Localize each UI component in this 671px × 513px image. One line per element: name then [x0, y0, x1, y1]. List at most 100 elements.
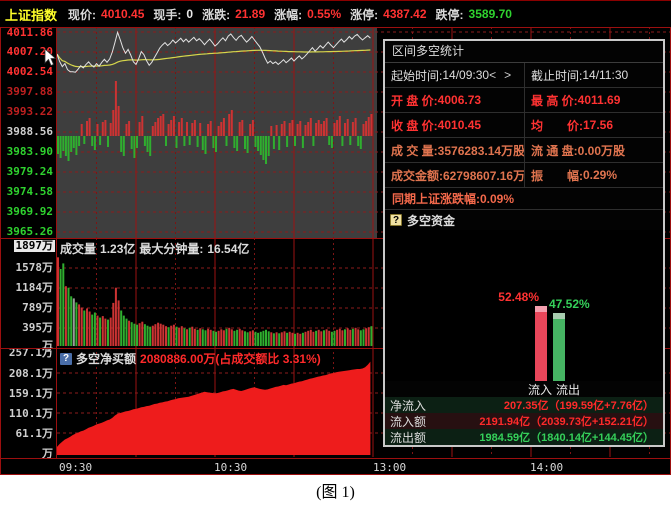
same-period-value: 0.09%: [480, 192, 514, 206]
outflow-value: 1984.59亿（1840.14亿+144.45亿）: [438, 429, 658, 445]
field-value-change: 21.89: [235, 7, 265, 21]
turnover-value: 62798607.16万元: [443, 167, 524, 184]
panel-title: 区间多空统计: [385, 41, 663, 63]
price-axis-label: 4011.86: [7, 27, 53, 39]
time-axis-label: 13:00: [373, 461, 406, 474]
axis-divider: [56, 27, 57, 458]
field-label-change: 涨跌:: [202, 6, 230, 23]
field-value-limit-down: 3589.70: [469, 7, 512, 21]
price-axis-label: 3997.88: [7, 86, 53, 98]
price-axis-label: 3993.22: [7, 106, 53, 118]
avg-value: 17.56: [583, 118, 613, 132]
inflow-label: 流入额: [390, 413, 438, 430]
start-time-value: 14/09:30: [442, 68, 489, 82]
outflow-pct-label: 47.52%: [549, 297, 609, 311]
high-price-cell: 最 高 价: 4011.69: [524, 88, 663, 112]
amount-amplitude-row: 成交金额: 62798607.16万元 振 幅: 0.29%: [385, 163, 663, 188]
help-icon[interactable]: ?: [60, 353, 72, 365]
volume-axis-label: 1578万: [16, 262, 54, 274]
avg-price-cell: 均 价: 17.56: [524, 113, 663, 137]
volume-axis-label: 1184万: [16, 282, 54, 294]
price-axis-label: 3983.90: [7, 146, 53, 158]
outflow-legend-label: 流出: [553, 381, 583, 398]
avg-label: 均 价:: [531, 117, 583, 134]
turnover-cell: 成交金额: 62798607.16万元: [385, 163, 524, 187]
turnover-label: 成交金额:: [391, 167, 443, 184]
inflow-row: 流入额 2191.94亿（2039.73亿+152.21亿）: [385, 413, 663, 429]
inflow-pct-label: 52.48%: [481, 290, 539, 304]
field-label-limit-up: 涨停:: [350, 6, 378, 23]
net-inflow-row: 净流入 207.35亿（199.59亿+7.76亿）: [385, 397, 663, 413]
field-label-change-pct: 涨幅:: [274, 6, 302, 23]
amplitude-label: 振 幅:: [531, 167, 583, 184]
inflow-bar: [535, 306, 547, 381]
money-axis-label: 61.1万: [16, 428, 54, 440]
volume-axis-label: 789万: [22, 302, 53, 314]
chart-area: 4011.864007.204002.543997.883993.223988.…: [0, 27, 671, 475]
frame-left: [0, 27, 1, 475]
outflow-label: 流出额: [390, 429, 438, 446]
stock-app-window: 上证指数 现价: 4010.45 现手: 0 涨跌: 21.89 涨幅: 0.5…: [0, 0, 671, 513]
price-axis-label: 4002.54: [7, 66, 53, 78]
time-axis: 09:3010:3013:0014:00: [0, 459, 671, 475]
index-name[interactable]: 上证指数: [5, 5, 57, 24]
figure-caption: (图 1): [0, 475, 671, 513]
open-high-row: 开 盘 价: 4006.73 最 高 价: 4011.69: [385, 88, 663, 113]
time-axis-label: 14:00: [530, 461, 563, 474]
inflow-legend-label: 流入: [525, 381, 555, 398]
time-axis-label: 09:30: [59, 461, 92, 474]
field-value-lot: 0: [186, 7, 193, 21]
total-volume-cell: 成 交 量: 3576283.14万股: [385, 138, 524, 162]
time-range-row: 起始时间: 14/09:30 < > 截止时间: 14/11:30: [385, 63, 663, 88]
amplitude-value: 0.29%: [583, 168, 617, 182]
field-label-lot: 现手:: [153, 6, 181, 23]
same-period-label: 同期上证涨跌幅:: [392, 190, 480, 207]
money-axis-label: 110.1万: [9, 408, 53, 420]
float-shares-label: 流 通 盘:: [531, 142, 578, 159]
netbuy-title: 多空净买额: [76, 350, 136, 367]
next-interval-button[interactable]: >: [504, 68, 511, 82]
field-value-price: 4010.45: [101, 7, 144, 21]
help-icon[interactable]: ?: [390, 214, 402, 226]
end-time-cell: 截止时间: 14/11:30: [524, 63, 663, 87]
price-axis-label: 3974.58: [7, 186, 53, 198]
frame-sep3: [0, 458, 671, 459]
end-time-value: 14/11:30: [582, 68, 628, 82]
total-volume-label: 成 交 量:: [391, 142, 438, 159]
net-inflow-value: 207.35亿（199.59亿+7.76亿）: [438, 397, 658, 413]
float-shares-value: 0.00万股: [578, 142, 625, 159]
inflow-value: 2191.94亿（2039.73亿+152.21亿）: [438, 413, 658, 429]
price-axis-label: 3969.92: [7, 206, 53, 218]
open-value: 4006.73: [438, 93, 481, 107]
high-label: 最 高 价:: [531, 92, 578, 109]
volume-title: 成交量: [60, 240, 96, 257]
volume-header: 成交量 1.23亿 最大分钟量: 16.54亿: [60, 240, 249, 257]
mouse-cursor: [44, 49, 58, 67]
funds-title: 多空资金: [407, 212, 455, 229]
close-avg-row: 收 盘 价: 4010.45 均 价: 17.56: [385, 113, 663, 138]
net-inflow-label: 净流入: [390, 397, 438, 414]
outflow-row: 流出额 1984.59亿（1840.14亿+144.45亿）: [385, 429, 663, 445]
open-price-cell: 开 盘 价: 4006.73: [385, 88, 524, 112]
amplitude-cell: 振 幅: 0.29%: [524, 163, 663, 187]
frame-top: [0, 27, 671, 28]
end-time-label: 截止时间:: [531, 67, 582, 84]
funds-legend: 流入 流出: [385, 381, 663, 397]
volume-float-row: 成 交 量: 3576283.14万股 流 通 盘: 0.00万股: [385, 138, 663, 163]
price-axis-label: 3988.56: [7, 126, 53, 138]
interval-stats-panel: 区间多空统计 起始时间: 14/09:30 < > 截止时间: 14/11:30: [383, 39, 665, 447]
field-label-limit-down: 跌停:: [436, 6, 464, 23]
float-shares-cell: 流 通 盘: 0.00万股: [524, 138, 663, 162]
funds-header: ? 多空资金: [385, 210, 663, 230]
price-axis-label: 3979.24: [7, 166, 53, 178]
netbuy-value: 2080886.00万(占成交额比 3.31%): [140, 350, 321, 367]
volume-max-label: 最大分钟量:: [139, 240, 203, 257]
prev-interval-button[interactable]: <: [489, 68, 496, 82]
netbuy-header: ? 多空净买额 2080886.00万(占成交额比 3.31%): [60, 350, 321, 367]
field-value-change-pct: 0.55%: [307, 7, 341, 21]
funds-bar-chart: 52.48% 47.52%: [385, 230, 663, 381]
left-axis-column: 4011.864007.204002.543997.883993.223988.…: [0, 27, 56, 458]
money-axis-label: 208.1万: [9, 368, 53, 380]
start-time-label: 起始时间:: [391, 67, 442, 84]
quote-bar: 上证指数 现价: 4010.45 现手: 0 涨跌: 21.89 涨幅: 0.5…: [0, 1, 671, 27]
